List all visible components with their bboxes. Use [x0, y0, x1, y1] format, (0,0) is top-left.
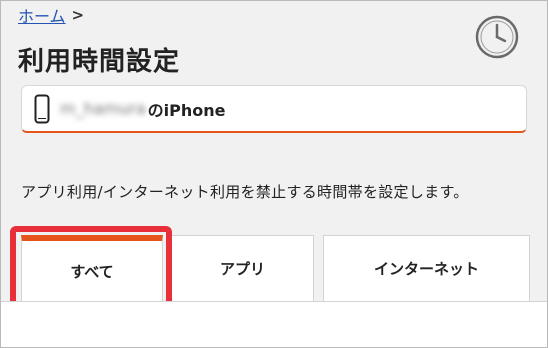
device-name: m_hamura のiPhone — [60, 97, 225, 121]
device-suffix: のiPhone — [147, 100, 226, 120]
breadcrumb-home-link[interactable]: ホーム — [18, 3, 66, 27]
smartphone-icon — [34, 94, 50, 124]
clock-icon[interactable] — [473, 13, 521, 61]
screen-frame: ホーム > 利用時間設定 m_hamura のiPhone アプリ利用/インター… — [0, 0, 548, 348]
page-title: 利用時間設定 — [18, 47, 181, 77]
tab-all[interactable]: すべて — [21, 235, 163, 301]
page-description: アプリ利用/インターネット利用を禁止する時間帯を設定します。 — [21, 183, 469, 201]
breadcrumb: ホーム > — [18, 4, 84, 26]
tab-content-panel — [1, 301, 547, 347]
tab-internet[interactable]: インターネット — [323, 235, 530, 301]
breadcrumb-separator: > — [71, 6, 85, 24]
device-user-name: m_hamura — [60, 99, 146, 118]
tab-bar: すべて アプリ インターネット — [21, 235, 530, 301]
tab-app[interactable]: アプリ — [171, 235, 314, 301]
device-selector[interactable]: m_hamura のiPhone — [21, 85, 527, 133]
